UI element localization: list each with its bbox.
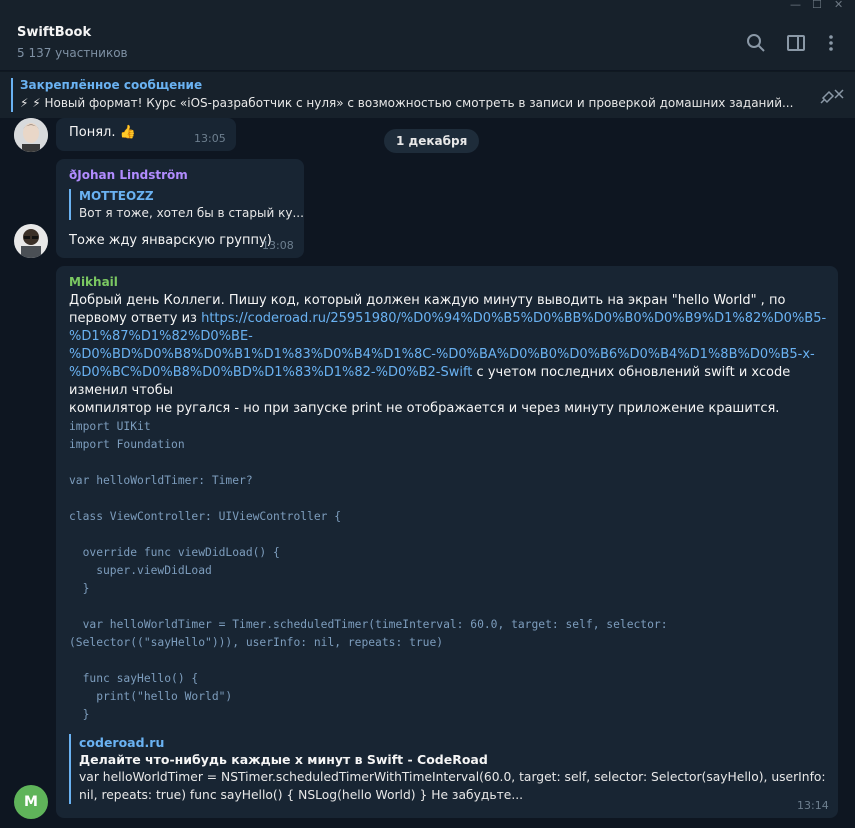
date-separator: 1 декабря <box>384 129 480 153</box>
sender-name[interactable]: Mikhail <box>69 275 118 289</box>
avatar[interactable] <box>14 118 48 152</box>
sender-name[interactable]: ðJohan Lindström <box>69 168 188 182</box>
unpin-icon[interactable] <box>819 86 845 104</box>
member-count: 5 137 участников <box>17 46 128 60</box>
message-link[interactable]: %D0%BC%D0%B8%D0%BD%D1%83%D1%82-%D0%B2-Sw… <box>69 365 472 380</box>
search-icon[interactable] <box>745 32 767 54</box>
message-bubble[interactable]: ðJohan Lindström MOTTEOZZ Вот я тоже, хо… <box>56 159 304 258</box>
maximize-button[interactable]: ☐ <box>812 0 822 11</box>
message-text: Тоже жду январскую группу) <box>69 233 272 248</box>
preview-title: Делайте что-нибудь каждые x минут в Swif… <box>79 752 488 767</box>
message-link[interactable]: %D0%BD%D0%B8%D0%B1%D1%83%D0%B4%D1%8C-%D0… <box>69 347 815 362</box>
avatar[interactable]: M <box>14 785 48 819</box>
reply-text: Вот я тоже, хотел бы в старый ку... <box>79 206 304 220</box>
reply-author: MOTTEOZZ <box>79 189 154 203</box>
minimize-button[interactable]: — <box>790 0 801 11</box>
window-titlebar: — ☐ ✕ <box>0 0 855 14</box>
message-time: 13:05 <box>194 132 226 145</box>
reply-quote[interactable]: MOTTEOZZ Вот я тоже, хотел бы в старый к… <box>69 189 304 220</box>
code-block: import UIKit import Foundation var hello… <box>69 420 668 721</box>
message-bubble[interactable]: Понял. 👍 13:05 <box>56 118 236 151</box>
pinned-title: Закреплённое сообщение <box>20 78 203 92</box>
user-photo-icon <box>14 224 48 258</box>
preview-site-name: coderoad.ru <box>79 735 165 750</box>
pinned-text: ⚡ ⚡ Новый формат! Курс «iOS-разработчик … <box>20 96 794 110</box>
message-time: 13:14 <box>797 799 829 812</box>
message-text: Добрый день Коллеги. Пишу код, который д… <box>69 292 835 418</box>
pinned-accent-bar <box>11 78 13 112</box>
pinned-message-bar[interactable]: Закреплённое сообщение ⚡ ⚡ Новый формат!… <box>0 71 855 118</box>
avatar[interactable] <box>14 224 48 258</box>
preview-description: var helloWorldTimer = NSTimer.scheduledT… <box>79 770 826 802</box>
close-button[interactable]: ✕ <box>834 0 843 11</box>
message-time: 13:08 <box>262 239 294 252</box>
sidebar-panel-icon[interactable] <box>785 32 807 54</box>
message-text-last: компилятор не ругался - но при запуске p… <box>69 401 780 416</box>
message-text: Понял. 👍 <box>69 125 136 140</box>
link-preview[interactable]: coderoad.ru Делайте что-нибудь каждые x … <box>69 734 839 804</box>
more-vertical-icon[interactable] <box>820 32 842 54</box>
chat-title[interactable]: SwiftBook <box>17 25 91 40</box>
user-photo-icon <box>14 118 48 152</box>
chat-header[interactable]: SwiftBook 5 137 участников <box>0 14 855 70</box>
